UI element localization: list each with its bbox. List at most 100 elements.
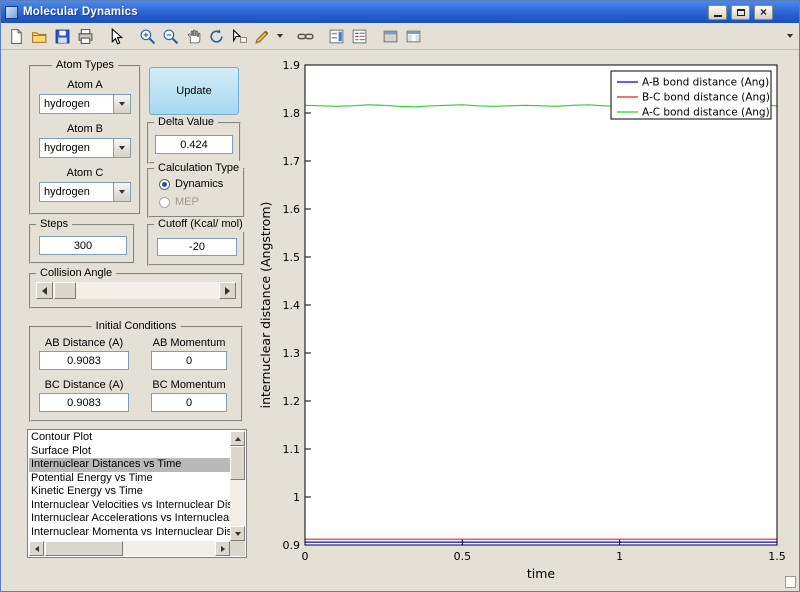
atom-b-value: hydrogen (44, 142, 90, 154)
update-button[interactable]: Update (149, 67, 239, 115)
list-item[interactable]: Potential Energy vs Time (29, 472, 230, 486)
overflow-chevron-icon (787, 34, 793, 38)
collision-angle-slider[interactable] (36, 282, 236, 299)
y-tick-label: 1.3 (283, 347, 301, 360)
list-item[interactable]: Kinetic Energy vs Time (29, 485, 230, 499)
x-tick-label: 1 (616, 550, 623, 563)
ab-distance-field[interactable]: 0.9083 (39, 351, 129, 370)
insert-legend-icon (351, 28, 368, 45)
minimize-button[interactable] (708, 4, 727, 20)
list-item[interactable]: Internuclear Accelerations vs Internucle… (29, 512, 230, 526)
atom-a-dropdown-button[interactable] (113, 95, 130, 113)
figure-area: Atom Types Atom A hydrogen Atom B hydrog… (1, 51, 799, 591)
x-tick-label: 1.5 (768, 550, 786, 563)
rotate-3d-button[interactable] (205, 25, 228, 47)
app-window: Molecular Dynamics × Atom Types Atom A h… (0, 0, 800, 592)
slider-thumb[interactable] (54, 282, 76, 299)
list-item[interactable]: Contour Plot (29, 431, 230, 445)
legend-entry-label: A-B bond distance (Ang) (642, 77, 769, 89)
listbox-vertical-scrollbar[interactable] (230, 431, 245, 541)
slider-track[interactable] (53, 282, 219, 299)
toolbar-overflow-button[interactable] (787, 34, 793, 38)
close-button[interactable]: × (754, 4, 773, 20)
print-figure-button[interactable] (74, 25, 97, 47)
scroll-left-button[interactable] (29, 541, 44, 556)
scroll-up-button[interactable] (230, 431, 245, 446)
data-cursor-button[interactable] (228, 25, 251, 47)
y-axis-label: internuclear distance (Angstrom) (258, 202, 273, 409)
insert-colorbar-button[interactable] (325, 25, 348, 47)
collision-angle-title: Collision Angle (36, 266, 117, 281)
atom-b-dropdown[interactable]: hydrogen (39, 138, 131, 158)
brush-button[interactable] (251, 25, 274, 47)
atom-c-value: hydrogen (44, 186, 90, 198)
brush-dropdown-button[interactable] (274, 25, 286, 47)
atom-c-dropdown-button[interactable] (113, 183, 130, 201)
window-icon (5, 5, 18, 19)
insert-legend-button[interactable] (348, 25, 371, 47)
steps-field[interactable]: 300 (39, 236, 127, 255)
y-tick-label: 1 (293, 491, 300, 504)
atom-a-dropdown[interactable]: hydrogen (39, 94, 131, 114)
initial-conditions-panel: Initial Conditions AB Distance (A) AB Mo… (29, 319, 243, 422)
open-file-button[interactable] (28, 25, 51, 47)
legend[interactable]: A-B bond distance (Ang) B-C bond distance… (610, 70, 772, 120)
edit-plot-icon (108, 27, 125, 45)
scroll-right-button[interactable] (215, 541, 230, 556)
ab-momentum-label: AB Momentum (152, 337, 226, 349)
pan-icon (185, 28, 202, 45)
atom-b-dropdown-button[interactable] (113, 139, 130, 157)
title-bar[interactable]: Molecular Dynamics × (1, 1, 799, 23)
list-item[interactable]: Internuclear Momenta vs Internuclear Dis… (29, 526, 230, 540)
list-item[interactable]: Surface Plot (29, 445, 230, 459)
y-tick-label: 0.9 (283, 539, 301, 552)
open-file-icon (31, 28, 48, 45)
slider-right-button[interactable] (219, 282, 236, 299)
list-item[interactable]: Internuclear Distances vs Time (29, 458, 230, 472)
list-item[interactable]: Internuclear Velocities vs Internuclear … (29, 499, 230, 513)
toolbar-separator (128, 25, 136, 47)
atom-c-dropdown[interactable]: hydrogen (39, 182, 131, 202)
dynamics-radio-label: Dynamics (175, 178, 224, 190)
listbox-horizontal-scrollbar[interactable] (29, 541, 230, 556)
show-plot-tools-button[interactable] (402, 25, 425, 47)
plot-canvas[interactable]: 0.9 1 1.1 1.2 1.3 1.4 1.5 1.6 1.7 1.8 1.9 0 0.5 1 1.5 t… (257, 55, 800, 592)
mep-radio[interactable]: MEP (159, 196, 199, 208)
atom-a-label: Atom A (67, 79, 103, 91)
vertical-scroll-track[interactable] (230, 446, 245, 526)
maximize-button[interactable] (731, 4, 750, 20)
bc-momentum-field[interactable]: 0 (151, 393, 227, 412)
plot-type-list: Contour Plot Surface Plot Internuclear Dis… (29, 431, 230, 541)
save-figure-button[interactable] (51, 25, 74, 47)
zoom-in-button[interactable] (136, 25, 159, 47)
calculation-type-panel: Calculation Type Dynamics MEP (147, 161, 245, 218)
cutoff-title: Cutoff (Kcal/ mol) (154, 217, 247, 232)
link-plot-button[interactable] (294, 25, 317, 47)
horizontal-scroll-thumb[interactable] (45, 541, 123, 556)
y-tick-label: 1.4 (283, 299, 301, 312)
legend-entry-label: A-C bond distance (Ang) (642, 107, 770, 119)
y-tick-label: 1.7 (283, 155, 301, 168)
horizontal-scroll-track[interactable] (44, 541, 215, 556)
legend-entry-label: B-C bond distance (Ang) (642, 92, 770, 104)
insert-colorbar-icon (328, 28, 345, 45)
delta-value-field[interactable]: 0.424 (155, 135, 233, 154)
arrow-right-icon (220, 545, 225, 552)
bc-distance-field[interactable]: 0.9083 (39, 393, 129, 412)
cutoff-field[interactable]: -20 (157, 238, 237, 256)
steps-panel: Steps 300 (29, 217, 135, 264)
hide-plot-tools-icon (382, 28, 399, 45)
scroll-down-button[interactable] (230, 526, 245, 541)
vertical-scroll-thumb[interactable] (230, 446, 245, 480)
arrow-left-icon (42, 286, 47, 295)
slider-left-button[interactable] (36, 282, 53, 299)
ab-momentum-field[interactable]: 0 (151, 351, 227, 370)
scrollbar-corner (230, 541, 245, 556)
hide-plot-tools-button[interactable] (379, 25, 402, 47)
edit-plot-button[interactable] (105, 25, 128, 47)
resize-grip[interactable] (785, 576, 796, 588)
new-figure-button[interactable] (5, 25, 28, 47)
pan-button[interactable] (182, 25, 205, 47)
dynamics-radio[interactable]: Dynamics (159, 178, 223, 190)
zoom-out-button[interactable] (159, 25, 182, 47)
